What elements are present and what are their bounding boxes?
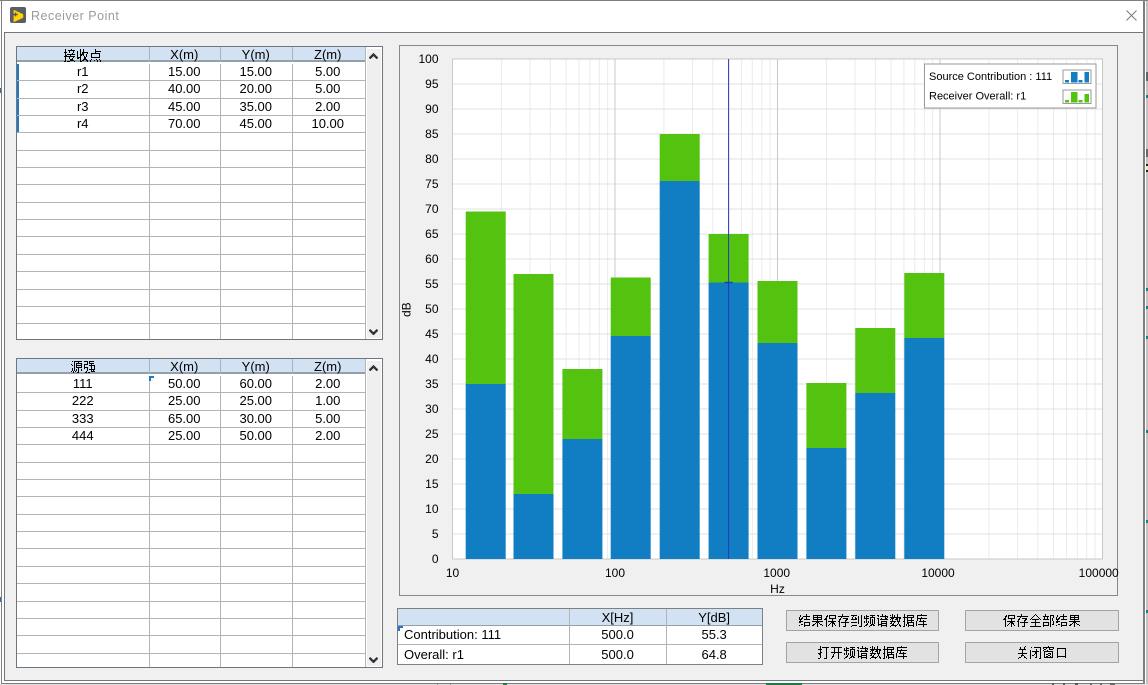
svg-text:10: 10 bbox=[425, 502, 439, 516]
svg-text:100: 100 bbox=[418, 52, 438, 66]
svg-text:5: 5 bbox=[432, 527, 439, 541]
svg-text:Hz: Hz bbox=[770, 582, 785, 596]
svg-text:30: 30 bbox=[425, 402, 439, 416]
svg-text:80: 80 bbox=[425, 152, 439, 166]
svg-text:Source Contribution : 111: Source Contribution : 111 bbox=[929, 71, 1052, 83]
svg-text:0: 0 bbox=[432, 552, 439, 566]
svg-text:100000: 100000 bbox=[1079, 566, 1119, 580]
svg-text:85: 85 bbox=[425, 127, 439, 141]
svg-text:15: 15 bbox=[425, 477, 439, 491]
svg-text:40: 40 bbox=[425, 352, 439, 366]
svg-text:45: 45 bbox=[425, 327, 439, 341]
svg-text:90: 90 bbox=[425, 102, 439, 116]
svg-text:50: 50 bbox=[425, 302, 439, 316]
svg-text:20: 20 bbox=[425, 452, 439, 466]
svg-text:10000: 10000 bbox=[921, 566, 955, 580]
svg-text:55: 55 bbox=[425, 277, 439, 291]
svg-text:65: 65 bbox=[425, 227, 439, 241]
svg-text:Receiver Overall: r1: Receiver Overall: r1 bbox=[929, 90, 1026, 102]
svg-text:25: 25 bbox=[425, 427, 439, 441]
svg-text:60: 60 bbox=[425, 252, 439, 266]
svg-text:95: 95 bbox=[425, 77, 439, 91]
svg-text:10: 10 bbox=[446, 566, 460, 580]
svg-text:75: 75 bbox=[425, 177, 439, 191]
svg-text:1000: 1000 bbox=[763, 566, 790, 580]
svg-text:70: 70 bbox=[425, 202, 439, 216]
svg-text:35: 35 bbox=[425, 377, 439, 391]
svg-text:100: 100 bbox=[605, 566, 625, 580]
svg-text:dB: dB bbox=[400, 302, 414, 317]
